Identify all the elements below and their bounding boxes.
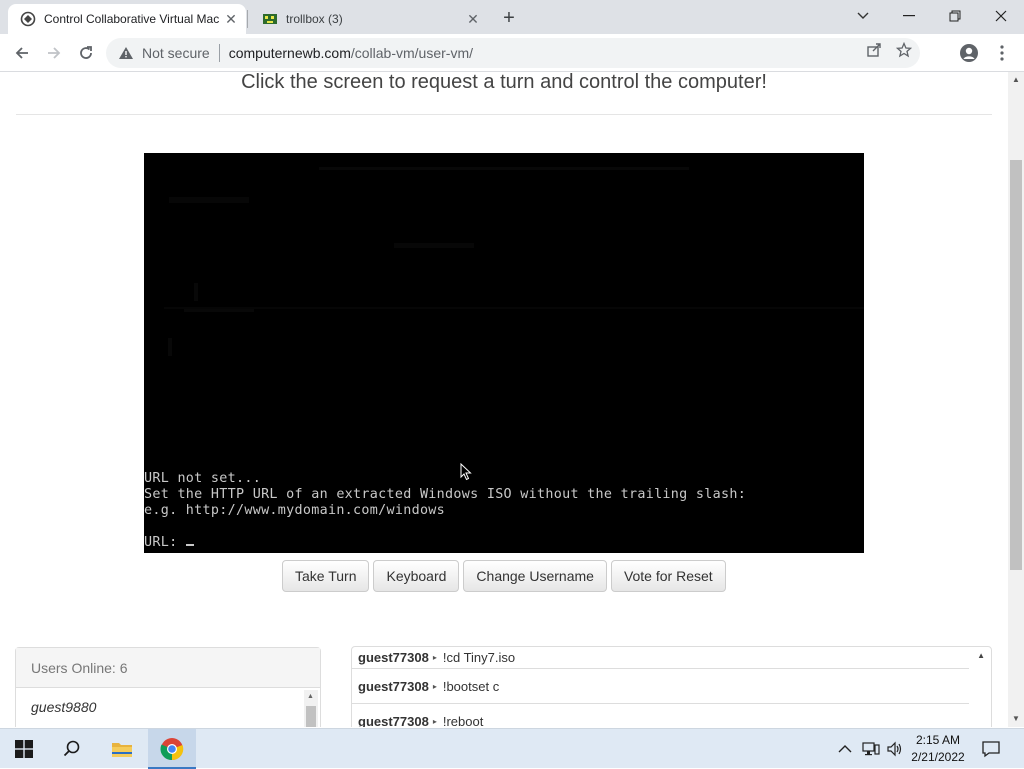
minimize-window-icon[interactable]: [886, 0, 932, 32]
console-caret: [185, 544, 194, 546]
new-tab-button[interactable]: +: [497, 6, 521, 30]
console-prompt: URL:: [144, 535, 186, 550]
chat-panel: guest77308 ▸ !cd Tiny7.iso guest77308 ▸ !boo…: [351, 646, 992, 727]
address-divider: [218, 44, 220, 62]
chat-message: guest77308 ▸ !cd Tiny7.iso: [352, 647, 969, 669]
browser-tab-strip: Control Collaborative Virtual Machines ✕…: [0, 0, 1024, 34]
close-window-icon[interactable]: [978, 0, 1024, 32]
tab-title: Control Collaborative Virtual Machines: [44, 12, 220, 26]
chat-message: guest77308 ▸ !reboot: [352, 704, 969, 727]
vm-display[interactable]: URL not set... Set the HTTP URL of an ext…: [144, 153, 864, 553]
page-scroll-down-arrow-icon[interactable]: ▼: [1011, 714, 1021, 724]
chat-text: !bootset c: [442, 678, 500, 694]
tab-collab-vm[interactable]: Control Collaborative Virtual Machines ✕: [8, 4, 246, 34]
page-scrollbar[interactable]: ▲ ▼: [1008, 72, 1024, 727]
chat-arrow-icon: ▸: [432, 653, 437, 662]
page-scroll-up-arrow-icon[interactable]: ▲: [1011, 75, 1021, 85]
clock-time: 2:15 AM: [915, 733, 961, 747]
console-line: URL not set...: [144, 471, 262, 486]
users-online-panel: Users Online: 6 guest9880 ▲: [15, 647, 321, 727]
chat-arrow-icon: ▸: [432, 681, 437, 691]
search-icon[interactable]: [48, 729, 96, 769]
restore-window-icon[interactable]: [932, 0, 978, 32]
share-icon[interactable]: [866, 42, 882, 63]
url-host: computernewb.com: [228, 45, 351, 61]
users-scrollbar-thumb[interactable]: [306, 706, 316, 727]
chat-arrow-icon: ▸: [432, 717, 437, 726]
browser-menu-icon[interactable]: [988, 39, 1016, 67]
close-tab-icon[interactable]: ✕: [220, 8, 242, 30]
keyboard-button[interactable]: Keyboard: [373, 560, 460, 592]
scroll-up-arrow-icon[interactable]: ▲: [307, 693, 314, 700]
page-content: Click the screen to request a turn and c…: [0, 72, 1008, 727]
network-icon[interactable]: [862, 729, 880, 769]
change-username-button[interactable]: Change Username: [463, 560, 607, 592]
vote-reset-button[interactable]: Vote for Reset: [610, 560, 726, 592]
tab-search-dropdown-icon[interactable]: [840, 0, 886, 32]
console-line: e.g. http://www.mydomain.com/windows: [144, 503, 446, 518]
mouse-pointer-icon: [460, 463, 472, 481]
back-arrow-icon[interactable]: [8, 39, 36, 67]
console-prompt-line: URL:: [144, 535, 746, 551]
collabvm-favicon-icon: [20, 11, 36, 27]
divider: [16, 114, 992, 115]
warning-triangle-icon[interactable]: [118, 45, 134, 61]
tab-separator: [247, 10, 248, 28]
address-bar[interactable]: Not secure computernewb.com/collab-vm/us…: [106, 38, 920, 68]
start-windows-icon[interactable]: [0, 729, 48, 769]
file-explorer-icon[interactable]: [98, 729, 146, 769]
trollbox-favicon-icon: [262, 11, 278, 27]
vm-controls: Take Turn Keyboard Change Username Vote …: [282, 560, 726, 592]
user-list-item[interactable]: guest9880: [16, 688, 320, 726]
security-label[interactable]: Not secure: [142, 45, 210, 61]
chat-scroll-up-arrow-icon[interactable]: ▲: [977, 651, 985, 660]
notifications-icon[interactable]: [982, 729, 1000, 769]
chat-username[interactable]: guest77308: [358, 679, 429, 694]
vm-console-text: URL not set... Set the HTTP URL of an ext…: [144, 471, 746, 551]
taskbar-clock[interactable]: 2:15 AM 2/21/2022: [906, 732, 970, 766]
console-line: Set the HTTP URL of an extracted Windows…: [144, 487, 747, 502]
close-tab-icon[interactable]: ✕: [462, 8, 484, 30]
url-text: computernewb.com/collab-vm/user-vm/: [229, 45, 473, 61]
chrome-taskbar-icon[interactable]: [148, 729, 196, 769]
chat-message: guest77308 ▸ !bootset c: [352, 669, 969, 704]
browser-toolbar: Not secure computernewb.com/collab-vm/us…: [0, 34, 1024, 72]
chat-username[interactable]: guest77308: [358, 714, 429, 727]
windows-taskbar: 2:15 AM 2/21/2022: [0, 728, 1024, 769]
chat-username[interactable]: guest77308: [358, 650, 429, 665]
chat-text: !reboot: [442, 714, 484, 727]
take-turn-button[interactable]: Take Turn: [282, 560, 370, 592]
tab-trollbox[interactable]: trollbox (3) ✕: [250, 4, 488, 34]
chat-text: !cd Tiny7.iso: [442, 650, 516, 665]
show-hidden-icons-chevron-icon[interactable]: [838, 729, 852, 769]
bookmark-star-icon[interactable]: [895, 41, 913, 63]
forward-arrow-icon[interactable]: [40, 39, 68, 67]
users-scrollbar[interactable]: ▲: [304, 690, 318, 727]
page-subtitle: Click the screen to request a turn and c…: [241, 72, 767, 93]
url-path: /collab-vm/user-vm/: [350, 45, 474, 61]
profile-avatar-icon[interactable]: [955, 39, 983, 67]
users-online-header: Users Online: 6: [16, 648, 320, 688]
reload-icon[interactable]: [72, 39, 100, 67]
clock-date: 2/21/2022: [911, 750, 965, 764]
page-scrollbar-thumb[interactable]: [1010, 160, 1022, 570]
volume-icon[interactable]: [886, 729, 904, 769]
tab-title: trollbox (3): [286, 12, 343, 26]
